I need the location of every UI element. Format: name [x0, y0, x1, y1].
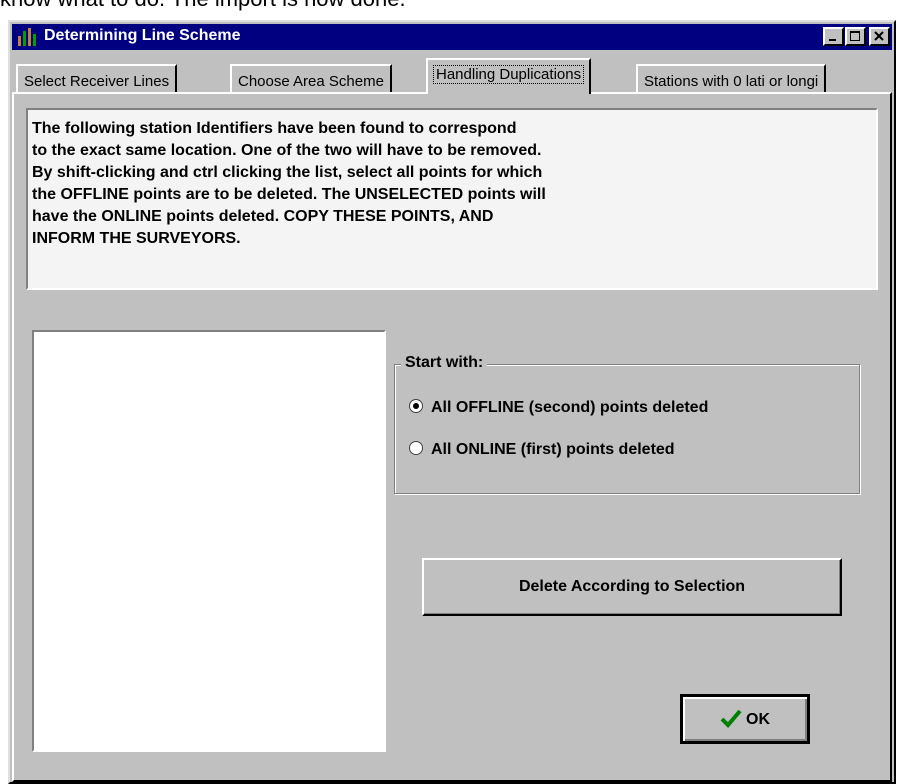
instructions-text: The following station Identifiers have b…	[26, 108, 878, 290]
window-title: Determining Line Scheme	[44, 27, 241, 44]
minimize-button[interactable]	[823, 27, 844, 46]
radio-online-deleted[interactable]: All ONLINE (first) points deleted	[409, 441, 675, 463]
maximize-button[interactable]	[845, 27, 866, 46]
tab-stations-zero-coords[interactable]: Stations with 0 lati or longi	[636, 64, 827, 92]
radio-unchecked-icon[interactable]	[409, 441, 423, 455]
maximize-icon	[850, 31, 860, 41]
tab-select-receiver-lines[interactable]: Select Receiver Lines	[16, 64, 178, 92]
dialog-window: Determining Line Scheme Select Receiver …	[8, 20, 896, 784]
background-text: know what to do. The import is now done.	[0, 0, 406, 12]
radio-label: All ONLINE (first) points deleted	[431, 441, 675, 458]
tab-label: Select Receiver Lines	[24, 73, 170, 90]
group-legend: Start with:	[401, 354, 488, 372]
title-bar[interactable]: Determining Line Scheme	[12, 24, 892, 50]
tab-handling-duplications[interactable]: Handling Duplications	[426, 58, 592, 94]
minimize-icon	[829, 39, 836, 41]
tab-panel: The following station Identifiers have b…	[12, 92, 892, 782]
ok-button[interactable]: OK	[680, 694, 810, 744]
start-with-group: Start with: All OFFLINE (second) points …	[394, 354, 860, 494]
check-icon	[720, 709, 742, 728]
app-icon	[18, 28, 36, 46]
radio-label: All OFFLINE (second) points deleted	[431, 399, 709, 416]
ok-label: OK	[746, 711, 770, 728]
close-button[interactable]	[869, 27, 890, 46]
radio-checked-icon[interactable]	[409, 399, 423, 413]
duplicates-listbox[interactable]	[32, 330, 386, 752]
tab-label: Choose Area Scheme	[238, 73, 384, 90]
close-icon	[874, 31, 884, 41]
tab-label: Stations with 0 lati or longi	[644, 73, 819, 90]
tab-choose-area-scheme[interactable]: Choose Area Scheme	[230, 64, 392, 92]
radio-offline-deleted[interactable]: All OFFLINE (second) points deleted	[409, 399, 708, 421]
tab-label: Handling Duplications	[432, 65, 585, 84]
delete-according-to-selection-button[interactable]: Delete According to Selection	[422, 558, 842, 616]
